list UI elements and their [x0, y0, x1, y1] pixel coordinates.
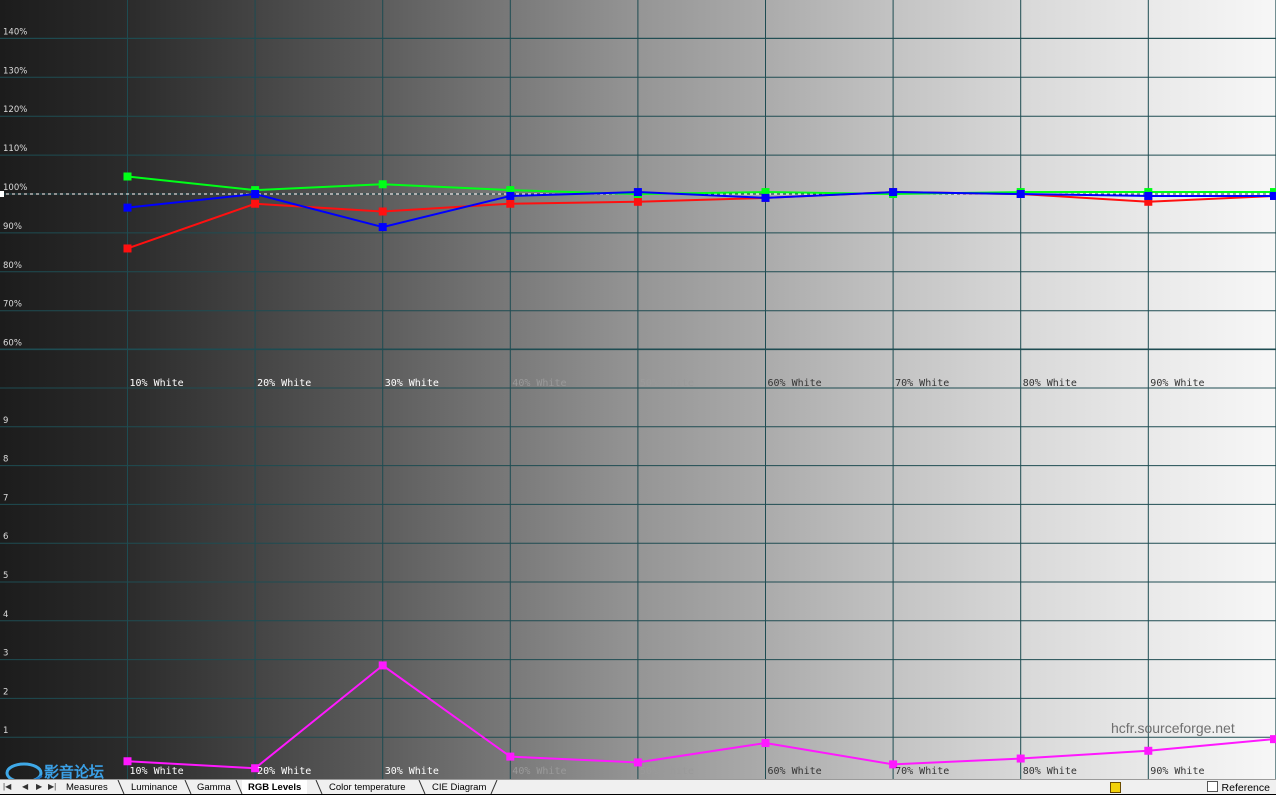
upper-data-point: [633, 197, 642, 206]
status-icon: [1110, 782, 1121, 793]
tab-separators: [117, 780, 498, 794]
upper-y-tick-label: 80%: [3, 261, 22, 271]
upper-data-point: [1144, 191, 1153, 200]
reference-label: Reference: [1221, 782, 1270, 794]
lower-y-tick-label: 4: [3, 610, 8, 620]
upper-data-point: [378, 180, 387, 189]
upper-data-point: [378, 223, 387, 232]
upper-data-point: [761, 193, 770, 202]
upper-y-tick-label: 60%: [3, 339, 22, 349]
upper-y-tick-label: 140%: [3, 27, 27, 37]
upper-x-category-label: 20% White: [257, 378, 311, 389]
upper-x-category-label: 40% White: [512, 378, 566, 389]
upper-data-point: [506, 199, 515, 208]
upper-data-point: [1016, 190, 1025, 198]
lower-data-point: [761, 739, 770, 748]
upper-data-point: [889, 188, 898, 197]
lower-x-category-label: 20% White: [257, 766, 311, 777]
tab-bar: |◀ ◀ ▶ ▶| Measures Luminance Gamma RGB L…: [0, 779, 1276, 794]
upper-data-point: [251, 199, 260, 208]
upper-x-category-label: 50% White: [640, 378, 694, 389]
lower-x-category-label: 50% White: [640, 766, 694, 777]
upper-x-category-label: 30% White: [385, 378, 439, 389]
upper-data-point: [123, 203, 132, 212]
upper-data-point: [1270, 191, 1276, 200]
lower-y-tick-label: 5: [3, 571, 8, 581]
lower-y-tick-label: 7: [3, 493, 8, 503]
lower-data-point: [1144, 746, 1153, 755]
upper-x-category-label: 60% White: [768, 378, 822, 389]
lower-y-tick-label: 8: [3, 455, 8, 465]
upper-x-category-label: 70% White: [895, 378, 949, 389]
upper-y-tick-label: 70%: [3, 300, 22, 310]
rgb-levels-chart-area: 60% 70% 80% 90% 100% 110% 120% 130% 140% 1 2 3 4 5 6 7 8…: [0, 0, 1276, 779]
upper-data-point: [633, 188, 642, 197]
upper-y-tick-label: 130%: [3, 66, 27, 76]
lower-y-tick-label: 2: [3, 687, 8, 697]
lower-y-tick-label: 6: [3, 532, 8, 542]
chart-svg: 60% 70% 80% 90% 100% 110% 120% 130% 140% 1 2 3 4 5 6 7 8…: [0, 0, 1276, 779]
upper-data-point: [506, 191, 515, 200]
watermark-text: hcfr.sourceforge.net: [1111, 720, 1235, 736]
lower-data-point: [506, 752, 515, 761]
lower-y-tick-label: 1: [3, 726, 8, 736]
upper-y-tick-label: 90%: [3, 222, 22, 232]
lower-x-category-label: 30% White: [385, 766, 439, 777]
lower-data-point: [378, 661, 387, 670]
upper-data-point: [378, 207, 387, 216]
lower-y-tick-label: 3: [3, 649, 8, 659]
upper-y-tick-label: 100%: [3, 183, 27, 193]
upper-x-category-label: 10% White: [130, 378, 184, 389]
reference-checkbox-box[interactable]: [1206, 781, 1218, 792]
lower-data-point: [1016, 754, 1025, 763]
upper-x-category-label: 80% White: [1023, 378, 1077, 389]
lower-x-category-label: 70% White: [895, 766, 949, 777]
lower-x-category-label: 80% White: [1023, 766, 1077, 777]
lower-data-point: [1270, 735, 1276, 744]
lower-x-category-label: 90% White: [1150, 766, 1204, 777]
lower-y-tick-label: 9: [3, 416, 8, 426]
lower-x-category-label: 40% White: [512, 766, 566, 777]
upper-y-tick-label: 120%: [3, 105, 27, 115]
reference-checkbox[interactable]: Reference: [1206, 781, 1270, 794]
upper-data-point: [251, 190, 260, 198]
upper-data-point: [123, 172, 132, 181]
upper-y-tick-label: 110%: [3, 144, 27, 154]
lower-x-category-label: 10% White: [130, 766, 184, 777]
lower-x-category-label: 60% White: [768, 766, 822, 777]
upper-x-category-label: 90% White: [1150, 378, 1204, 389]
upper-data-point: [123, 244, 132, 253]
